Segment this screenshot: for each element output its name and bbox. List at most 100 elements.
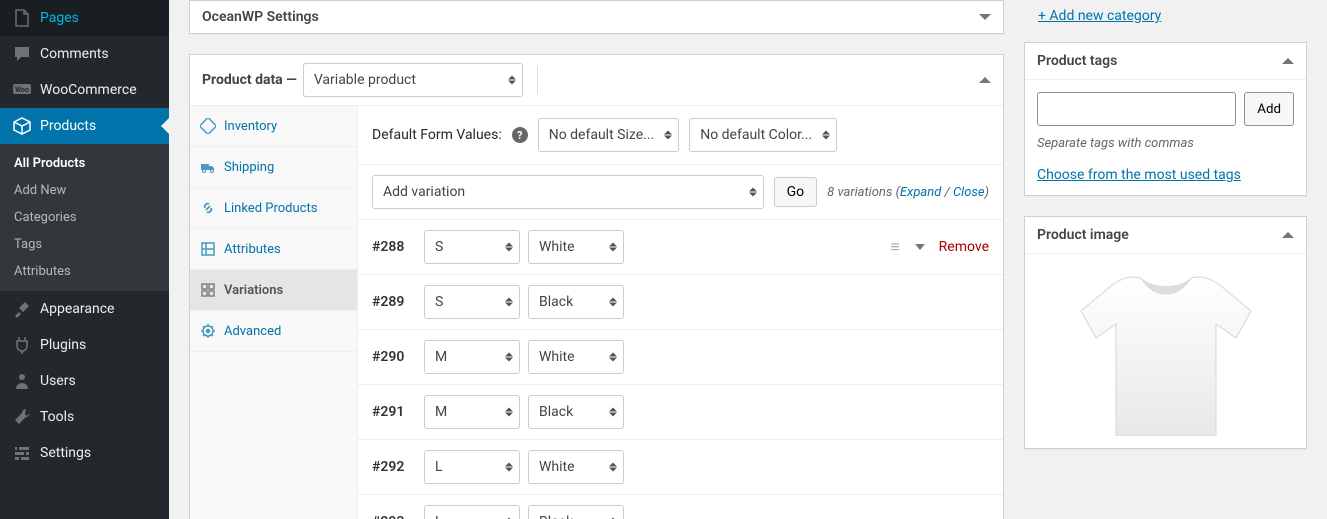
sidebar-label: Settings xyxy=(40,445,91,461)
variation-color-select[interactable]: Black xyxy=(528,395,624,429)
users-icon xyxy=(12,371,32,391)
variation-id: #291 xyxy=(372,404,416,420)
product-type-select[interactable]: Variable product xyxy=(303,63,523,97)
close-link[interactable]: Close xyxy=(953,185,985,200)
variation-size-select[interactable]: L xyxy=(424,450,520,484)
sidebar-label: Comments xyxy=(40,46,109,62)
submenu-categories[interactable]: Categories xyxy=(0,204,169,231)
sidebar-item-plugins[interactable]: Plugins xyxy=(0,327,169,363)
variation-color-select[interactable]: White xyxy=(528,450,624,484)
sidebar-item-users[interactable]: Users xyxy=(0,363,169,399)
advanced-icon xyxy=(200,323,216,339)
appearance-icon xyxy=(12,299,32,319)
sidebar-item-woocommerce[interactable]: Woo WooCommerce xyxy=(0,72,169,108)
variation-row[interactable]: #293LBlack xyxy=(358,494,1003,519)
panel-toggle-icon[interactable] xyxy=(1282,58,1294,64)
default-color-select[interactable]: No default Color... xyxy=(689,118,837,152)
sidebar-item-settings[interactable]: Settings xyxy=(0,435,169,471)
submenu-tags[interactable]: Tags xyxy=(0,231,169,258)
variation-color-select[interactable]: Black xyxy=(528,285,624,319)
product-image-title: Product image xyxy=(1037,227,1129,243)
variations-icon xyxy=(200,282,216,298)
woocommerce-icon: Woo xyxy=(12,80,32,100)
link-icon xyxy=(200,200,216,216)
product-data-tabs: Inventory Shipping Linked Products Attri… xyxy=(190,106,358,519)
attributes-icon xyxy=(200,241,216,257)
panel-toggle-icon[interactable] xyxy=(979,14,991,20)
sidebar-label: Pages xyxy=(40,10,79,26)
product-categories-panel: + Add new category xyxy=(1024,0,1307,42)
sidebar-label: Plugins xyxy=(40,337,86,353)
add-new-category-link[interactable]: + Add new category xyxy=(1024,0,1161,42)
separator xyxy=(537,66,538,94)
variation-size-select[interactable]: L xyxy=(424,505,520,519)
expand-link[interactable]: Expand xyxy=(900,185,941,200)
variation-row[interactable]: #292 LWhite xyxy=(358,439,1003,494)
product-image[interactable] xyxy=(1051,266,1281,436)
add-variation-select[interactable]: Add variation xyxy=(372,175,764,209)
settings-icon xyxy=(12,443,32,463)
variation-size-select[interactable]: S xyxy=(424,230,520,264)
svg-text:Woo: Woo xyxy=(15,86,29,94)
go-button[interactable]: Go xyxy=(774,177,818,207)
comments-icon xyxy=(12,44,32,64)
submenu-attributes[interactable]: Attributes xyxy=(0,258,169,285)
product-image-panel: Product image xyxy=(1024,216,1307,449)
variation-id: #288 xyxy=(372,239,416,255)
variation-color-select[interactable]: White xyxy=(528,230,624,264)
remove-variation-link[interactable]: Remove xyxy=(939,239,989,255)
drag-handle-icon[interactable]: ≡ xyxy=(890,237,900,257)
help-icon[interactable]: ? xyxy=(512,127,528,143)
default-size-select[interactable]: No default Size... xyxy=(538,118,679,152)
sidebar-label: Tools xyxy=(40,409,74,425)
chevron-down-icon[interactable] xyxy=(915,244,925,250)
variation-row[interactable]: #290 MWhite xyxy=(358,329,1003,384)
variation-id: #290 xyxy=(372,349,416,365)
tab-attributes[interactable]: Attributes xyxy=(190,229,357,270)
panel-toggle-icon[interactable] xyxy=(979,77,991,83)
product-tags-title: Product tags xyxy=(1037,53,1117,69)
product-tags-panel: Product tags Add Separate tags with comm… xyxy=(1024,42,1307,196)
tags-hint: Separate tags with commas xyxy=(1037,136,1294,151)
variation-row[interactable]: #291 MBlack xyxy=(358,384,1003,439)
sidebar-item-pages[interactable]: Pages xyxy=(0,0,169,36)
tab-linked-products[interactable]: Linked Products xyxy=(190,188,357,229)
sidebar-item-comments[interactable]: Comments xyxy=(0,36,169,72)
submenu-all-products[interactable]: All Products xyxy=(0,150,169,177)
default-form-values-label: Default Form Values: xyxy=(372,127,502,143)
pages-icon xyxy=(12,8,32,28)
sidebar-label: Products xyxy=(40,118,96,134)
tab-advanced[interactable]: Advanced xyxy=(190,311,357,352)
variation-id: #292 xyxy=(372,459,416,475)
tag-input[interactable] xyxy=(1037,92,1236,126)
variation-color-select[interactable]: White xyxy=(528,340,624,374)
submenu-add-new[interactable]: Add New xyxy=(0,177,169,204)
choose-tags-link[interactable]: Choose from the most used tags xyxy=(1037,167,1241,183)
panel-toggle-icon[interactable] xyxy=(1282,232,1294,238)
variation-size-select[interactable]: S xyxy=(424,285,520,319)
variations-list: #288SWhite≡Remove#289SBlack#290MWhite#29… xyxy=(358,219,1003,519)
inventory-icon xyxy=(200,118,216,134)
product-data-label: Product data — xyxy=(202,72,297,88)
variation-row[interactable]: #288 SWhite ≡ Remove xyxy=(358,219,1003,274)
variation-size-select[interactable]: M xyxy=(424,340,520,374)
tools-icon xyxy=(12,407,32,427)
sidebar-item-tools[interactable]: Tools xyxy=(0,399,169,435)
shipping-icon xyxy=(200,159,216,175)
sidebar-label: Users xyxy=(40,373,76,389)
tab-shipping[interactable]: Shipping xyxy=(190,147,357,188)
tab-variations[interactable]: Variations xyxy=(190,270,357,311)
variation-id: #289 xyxy=(372,294,416,310)
variation-color-select[interactable]: Black xyxy=(528,505,624,519)
variation-size-select[interactable]: M xyxy=(424,395,520,429)
products-submenu: All Products Add New Categories Tags Att… xyxy=(0,144,169,291)
sidebar-item-products[interactable]: Products xyxy=(0,108,169,144)
sidebar-item-appearance[interactable]: Appearance xyxy=(0,291,169,327)
variations-info: 8 variations (Expand / Close) xyxy=(827,185,989,200)
add-tag-button[interactable]: Add xyxy=(1244,92,1294,126)
plugins-icon xyxy=(12,335,32,355)
oceanwp-settings-panel: OceanWP Settings xyxy=(189,0,1004,34)
tab-inventory[interactable]: Inventory xyxy=(190,106,357,147)
variation-row[interactable]: #289 SBlack xyxy=(358,274,1003,329)
variations-panel: Default Form Values: ? No default Size..… xyxy=(358,106,1003,519)
